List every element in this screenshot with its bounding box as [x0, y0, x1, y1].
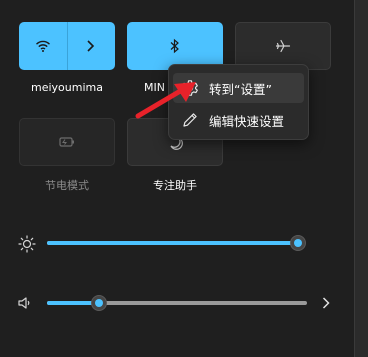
quick-settings-panel: meiyoumima MIN 节电模式 专注助手 转到“设置” 编辑快速设置: [0, 0, 354, 357]
brightness-fill: [47, 241, 298, 245]
wifi-icon: [35, 40, 51, 52]
menu-item-label: 编辑快速设置: [209, 113, 285, 129]
battery-saver-label: 节电模式: [45, 179, 89, 192]
focus-assist-label: 专注助手: [153, 179, 197, 192]
battery-saver-icon: [59, 137, 74, 147]
speaker-icon: [18, 297, 30, 309]
scrollbar-edge: [354, 0, 368, 357]
chevron-right-icon[interactable]: [85, 39, 97, 53]
chevron-right-icon[interactable]: [320, 296, 332, 310]
battery-saver-tile: [19, 118, 115, 166]
volume-thumb[interactable]: [91, 295, 107, 311]
brightness-thumb[interactable]: [290, 235, 306, 251]
red-arrow-annotation: [135, 82, 196, 119]
wifi-label: meiyoumima: [31, 81, 103, 94]
bluetooth-tile[interactable]: [127, 22, 223, 70]
wifi-tile[interactable]: [19, 22, 115, 70]
bluetooth-icon: [170, 38, 179, 54]
menu-item-label: 转到“设置”: [209, 81, 272, 97]
airplane-icon: [275, 39, 291, 53]
sun-icon: [18, 235, 36, 253]
airplane-mode-tile[interactable]: [235, 22, 331, 70]
